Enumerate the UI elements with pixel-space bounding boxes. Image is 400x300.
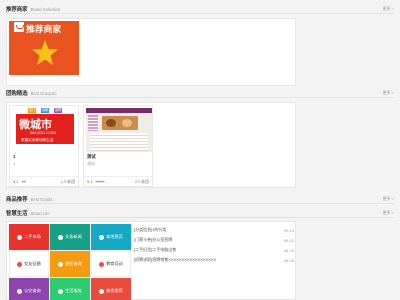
group-item-original-price: ¥1 xyxy=(21,179,27,184)
life-tile-label: 二手市场 xyxy=(24,234,41,239)
life-tile[interactable]: 二手市场 xyxy=(9,224,49,250)
group-item-subtitle: 1 xyxy=(13,161,16,166)
group-title: 团购精选 Best Groupon xyxy=(6,90,57,97)
news-date: 08-26 xyxy=(283,257,294,263)
recommend-subtitle: Board Selection xyxy=(30,6,61,12)
service-icon xyxy=(58,288,64,294)
star-icon xyxy=(32,40,58,65)
life-tile[interactable]: 交友征婚 xyxy=(9,251,49,277)
food-icon xyxy=(99,288,105,294)
group-item-joined: 2人参团 xyxy=(134,178,149,184)
life-tile[interactable]: 头条新闻 xyxy=(50,224,90,250)
city-logo-slogan: 掌握买卖移动新生活 xyxy=(21,138,54,142)
news-text: 3的分类 xyxy=(152,227,167,232)
recommend-card-name: 推荐商家 xyxy=(26,24,62,34)
news-category: [分类信息] xyxy=(134,227,153,232)
search-icon xyxy=(58,261,64,267)
group-item-image xyxy=(86,108,152,152)
news-item[interactable]: [门票卡券] 办公室招聘 09-02 xyxy=(134,236,294,244)
life-title: 智慧生活 Smart Life xyxy=(6,210,50,217)
life-tile[interactable]: 教育培训 xyxy=(91,251,131,277)
goods-title: 商品推荐 Best Goods xyxy=(6,196,53,203)
group-item-original-price: ¥100 xyxy=(95,179,105,184)
news-item[interactable]: [分类信息] 3的分类 09-13 xyxy=(134,226,294,234)
screenshot-header xyxy=(86,108,152,113)
life-section-header: 智慧生活 Smart Life 更多 > xyxy=(6,208,394,218)
city-logo: 微城市 0812GO.COM 掌握买卖移动新生活 xyxy=(16,114,74,144)
education-icon xyxy=(99,261,105,267)
news-category: [招聘求职] xyxy=(134,257,153,262)
screenshot-text-lines xyxy=(90,133,148,151)
goods-more-link[interactable]: 更多 > xyxy=(383,196,394,202)
tag-recommend: 推荐 xyxy=(54,108,63,113)
life-tile-label: 本地黄页 xyxy=(106,234,123,239)
screenshot-sidebar xyxy=(88,115,98,131)
group-item-card[interactable]: 热门 最新 推荐 微城市 0812GO.COM 掌握买卖移动新生活 1 1 ¥ … xyxy=(9,105,79,187)
recommend-title: 推荐商家 Board Selection xyxy=(6,6,61,13)
city-logo-domain: 0812GO.COM xyxy=(30,130,56,135)
news-text: 办公室招聘 xyxy=(152,237,173,242)
life-tile-label: 生活服务 xyxy=(65,288,82,293)
group-panel: 热门 最新 推荐 微城市 0812GO.COM 掌握买卖移动新生活 1 1 ¥ … xyxy=(6,102,296,188)
life-tile[interactable]: 生活服务 xyxy=(50,278,90,300)
group-item-card[interactable]: 测试 测试 ¥ 1 ¥100 2人参团 xyxy=(83,105,153,187)
tag-new: 最新 xyxy=(41,108,50,113)
life-tile-label: 便民查询 xyxy=(65,261,82,266)
life-tile-label: 美食推荐 xyxy=(106,288,123,293)
heart-icon xyxy=(17,261,23,267)
recommend-panel: 推荐商家 xyxy=(6,18,296,86)
news-item[interactable]: [二手旧货] 二手电脑出售 08-29 xyxy=(134,246,294,254)
book-icon xyxy=(99,234,105,240)
news-date: 09-13 xyxy=(283,227,294,233)
life-panel: 二手市场 头条新闻 本地黄页交友征婚 便民查询 教育培训公交查询 生活服务 美食推荐 [分类… xyxy=(6,221,296,300)
goods-subtitle: Best Goods xyxy=(30,196,53,202)
life-tile-label: 头条新闻 xyxy=(65,234,82,239)
life-tile-label: 公交查询 xyxy=(24,288,41,293)
group-more-link[interactable]: 更多 > xyxy=(383,90,394,96)
group-item-subtitle: 测试 xyxy=(87,161,95,166)
group-section-header: 团购精选 Best Groupon 更多 > xyxy=(6,88,394,98)
news-text: 招聘销售XXXXXXXXXXXXXXXXXX xyxy=(152,257,217,262)
life-tile[interactable]: 公交查询 xyxy=(9,278,49,300)
recommend-merchant-card[interactable]: 推荐商家 xyxy=(9,21,79,75)
food-photo xyxy=(102,116,138,130)
goods-section-header: 商品推荐 Best Goods 更多 > xyxy=(6,194,394,204)
group-subtitle: Best Groupon xyxy=(30,90,57,96)
news-date: 08-29 xyxy=(283,247,294,253)
group-item-footer: ¥ 1 ¥1 1人参团 xyxy=(10,176,78,186)
life-tile[interactable]: 本地黄页 xyxy=(91,224,131,250)
bus-icon xyxy=(17,288,23,294)
life-more-link[interactable]: 更多 > xyxy=(383,210,394,216)
group-item-title: 1 xyxy=(13,154,16,159)
shopping-bag-icon xyxy=(14,22,24,32)
life-subtitle: Smart Life xyxy=(30,210,50,216)
group-item-image: 热门 最新 推荐 微城市 0812GO.COM 掌握买卖移动新生活 xyxy=(12,108,78,152)
news-category: [门票卡券] xyxy=(134,237,153,242)
group-item-price: ¥ 1 xyxy=(13,179,19,184)
recommend-section-header: 推荐商家 Board Selection 更多 > xyxy=(6,4,394,14)
news-item[interactable]: [招聘求职] 招聘销售XXXXXXXXXXXXXXXXXX 08-26 xyxy=(134,256,294,264)
group-item-joined: 1人参团 xyxy=(60,178,75,184)
tag-hot: 热门 xyxy=(28,108,37,113)
news-icon xyxy=(58,234,64,240)
group-item-price: ¥ 1 xyxy=(87,179,93,184)
tag-icon xyxy=(17,234,23,240)
life-tile-label: 教育培训 xyxy=(106,261,123,266)
life-tile[interactable]: 美食推荐 xyxy=(91,278,131,300)
news-date: 09-02 xyxy=(283,237,294,243)
life-tile[interactable]: 便民查询 xyxy=(50,251,90,277)
recommend-more-link[interactable]: 更多 > xyxy=(383,6,394,12)
group-item-title: 测试 xyxy=(87,154,96,159)
group-item-footer: ¥ 1 ¥100 2人参团 xyxy=(84,176,152,186)
recommend-card-header: 推荐商家 xyxy=(9,21,79,35)
life-tile-label: 交友征婚 xyxy=(24,261,41,266)
news-category: [二手旧货] xyxy=(134,247,153,252)
news-text: 二手电脑出售 xyxy=(152,247,177,252)
